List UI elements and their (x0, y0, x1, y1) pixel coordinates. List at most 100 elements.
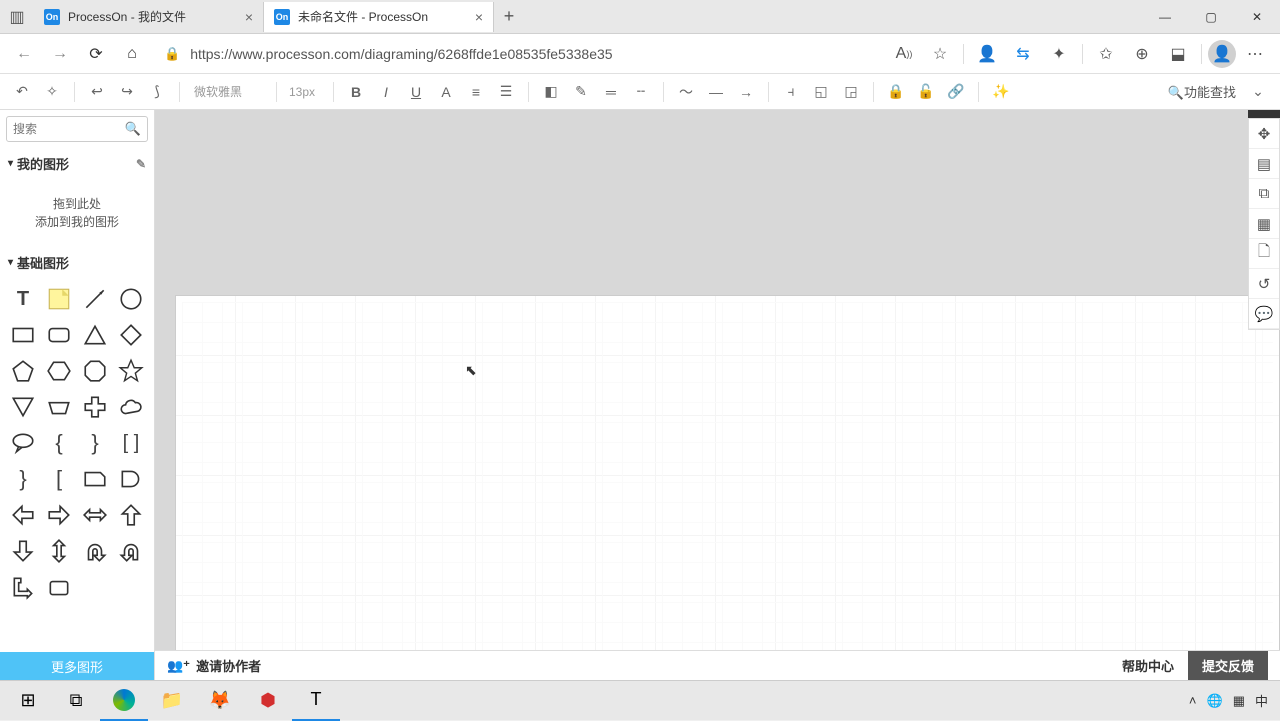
shape-arrow-left[interactable] (8, 500, 38, 530)
shape-octagon[interactable] (80, 356, 110, 386)
shape-arrow-updown[interactable] (44, 536, 74, 566)
favorites-bar-icon[interactable]: ✩ (1089, 38, 1123, 70)
invite-collaborator-button[interactable]: 👥⁺ 邀请协作者 (167, 656, 261, 675)
shape-card[interactable] (80, 464, 110, 494)
edit-icon[interactable]: ✎ (136, 157, 146, 171)
undo-step-icon[interactable]: ↶ (8, 78, 36, 106)
help-center-button[interactable]: 帮助中心 (1108, 651, 1188, 681)
new-tab-button[interactable]: + (494, 6, 524, 27)
favorite-icon[interactable]: ☆ (923, 38, 957, 70)
font-family-select[interactable] (188, 80, 268, 104)
connector-line-icon[interactable]: — (702, 78, 730, 106)
more-shapes-button[interactable]: 更多图形 (0, 652, 154, 680)
url-input[interactable]: 🔒 https://www.processon.com/diagraming/6… (152, 39, 883, 69)
tab-processon-files[interactable]: On ProcessOn - 我的文件 × (34, 2, 264, 32)
collapse-icon[interactable]: ⌄ (1244, 78, 1272, 106)
collections-icon[interactable]: ⊕ (1125, 38, 1159, 70)
send-back-icon[interactable]: ◲ (837, 78, 865, 106)
shape-cross[interactable] (80, 392, 110, 422)
text-app-icon[interactable]: T (292, 681, 340, 721)
comment-icon[interactable]: 💬 (1249, 299, 1279, 329)
select-icon[interactable]: ✧ (38, 78, 66, 106)
shape-bracket[interactable]: [ ] (116, 428, 146, 458)
grid-icon[interactable]: ▦ (1233, 693, 1245, 709)
connector-curve-icon[interactable]: 〜 (672, 78, 700, 106)
frame-icon[interactable]: ⧉ (1249, 179, 1279, 209)
link-icon[interactable]: 🔗 (942, 78, 970, 106)
bold-icon[interactable]: B (342, 78, 370, 106)
shape-arrow-right[interactable] (44, 500, 74, 530)
shape-triangle-down[interactable] (8, 392, 38, 422)
tab-untitled-file[interactable]: On 未命名文件 - ProcessOn × (264, 2, 494, 32)
shape-rect[interactable] (8, 320, 38, 350)
tab-actions-icon[interactable]: ▥ (0, 0, 34, 34)
ime-indicator[interactable]: 中 (1255, 691, 1268, 710)
read-aloud-icon[interactable]: A)) (887, 38, 921, 70)
shape-trapezoid[interactable] (44, 392, 74, 422)
profile-avatar[interactable]: 👤 (1208, 40, 1236, 68)
shape-uturn-left[interactable] (80, 536, 110, 566)
shape-frame[interactable] (44, 572, 74, 602)
home-button[interactable]: ⌂ (116, 38, 148, 70)
shape-roundrect[interactable] (44, 320, 74, 350)
font-color-icon[interactable]: A (432, 78, 460, 106)
shape-hexagon[interactable] (44, 356, 74, 386)
redo-icon[interactable]: ↪ (113, 78, 141, 106)
canvas-page[interactable] (175, 295, 1280, 680)
canvas-area[interactable]: ⬉ (155, 110, 1280, 680)
magic-icon[interactable]: ✨ (987, 78, 1015, 106)
edge-icon[interactable] (100, 681, 148, 721)
undo-icon[interactable]: ↩ (83, 78, 111, 106)
shape-arrow-up[interactable] (116, 500, 146, 530)
unlock-icon[interactable]: 🔓 (912, 78, 940, 106)
basic-shapes-header[interactable]: ▾ 基础图形 (0, 247, 154, 278)
minimize-button[interactable]: — (1142, 0, 1188, 34)
lock-icon[interactable]: 🔒 (882, 78, 910, 106)
shape-pentagon[interactable] (8, 356, 38, 386)
office-icon[interactable]: ⬢ (244, 681, 292, 721)
connector-arrow-icon[interactable]: → (732, 78, 760, 106)
shape-note[interactable] (44, 284, 74, 314)
extension-icon[interactable]: ✦ (1042, 38, 1076, 70)
shape-brace-left[interactable]: { (44, 428, 74, 458)
shape-brace-single[interactable]: } (8, 464, 38, 494)
shape-uturn-right[interactable] (116, 536, 146, 566)
outline-icon[interactable]: ▦ (1249, 209, 1279, 239)
rail-grip[interactable] (1248, 110, 1280, 118)
drop-zone[interactable]: 拖到此处 添加到我的图形 (10, 185, 144, 241)
navigator-icon[interactable]: ✥ (1249, 119, 1279, 149)
explorer-icon[interactable]: 📁 (148, 681, 196, 721)
shape-line[interactable] (80, 284, 110, 314)
format-painter-icon[interactable]: ⟆ (143, 78, 171, 106)
person-icon[interactable]: 👤 (970, 38, 1004, 70)
font-size-select[interactable] (285, 80, 325, 104)
shape-arrow-both[interactable] (80, 500, 110, 530)
back-button[interactable]: ← (8, 38, 40, 70)
underline-icon[interactable]: U (402, 78, 430, 106)
bring-front-icon[interactable]: ◱ (807, 78, 835, 106)
shape-ellipse-callout[interactable] (8, 428, 38, 458)
presentation-icon[interactable]: ▤ (1249, 149, 1279, 179)
task-view-icon[interactable]: ⧉ (52, 681, 100, 721)
firefox-icon[interactable]: 🦊 (196, 681, 244, 721)
line-dash-icon[interactable]: ╌ (627, 78, 655, 106)
sync-icon[interactable]: ⇆ (1006, 38, 1040, 70)
function-find-button[interactable]: 🔍功能查找 (1168, 82, 1236, 101)
shape-search[interactable]: 🔍 (6, 116, 148, 142)
shape-brace-right[interactable]: } (80, 428, 110, 458)
my-shapes-header[interactable]: ▾ 我的图形 ✎ (0, 148, 154, 179)
shape-star[interactable] (116, 356, 146, 386)
shape-triangle[interactable] (80, 320, 110, 350)
shape-arrow-down[interactable] (8, 536, 38, 566)
shape-text[interactable]: T (8, 284, 38, 314)
search-icon[interactable]: 🔍 (125, 121, 141, 137)
shape-bracket-left[interactable]: [ (44, 464, 74, 494)
shape-cloud[interactable] (116, 392, 146, 422)
shape-and-gate[interactable] (116, 464, 146, 494)
line-color-icon[interactable]: ✎ (567, 78, 595, 106)
start-button[interactable]: ⊞ (4, 681, 52, 721)
shape-diamond[interactable] (116, 320, 146, 350)
history-icon[interactable]: ↺ (1249, 269, 1279, 299)
shape-circle[interactable] (116, 284, 146, 314)
align-icon[interactable]: ≡ (462, 78, 490, 106)
